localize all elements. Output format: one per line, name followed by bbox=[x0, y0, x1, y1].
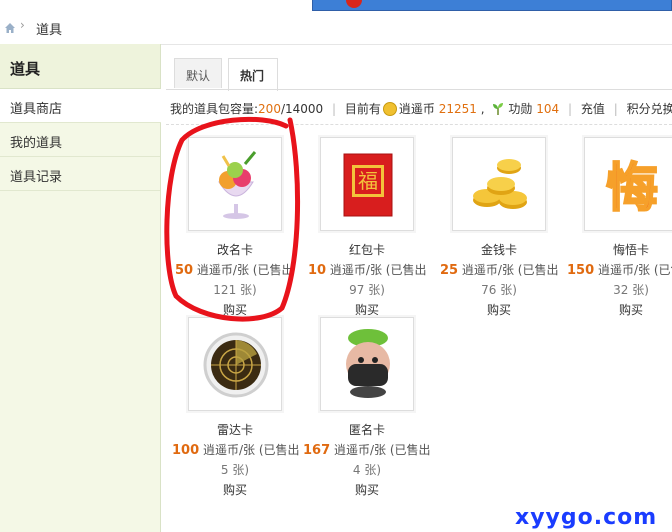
overlapping-window-edge bbox=[312, 0, 672, 11]
buy-button[interactable]: 购买 bbox=[292, 481, 442, 498]
recharge-link[interactable]: 充值 bbox=[581, 102, 605, 116]
home-icon[interactable] bbox=[4, 22, 16, 34]
capacity-total: /14000 bbox=[280, 102, 324, 116]
merit-amount: 104 bbox=[536, 102, 560, 116]
item-name: 匿名卡 bbox=[348, 423, 385, 437]
item-price: 150 逍遥币/张 (已售 bbox=[567, 263, 672, 278]
item-name: 金钱卡 bbox=[480, 243, 517, 257]
points-exchange-link[interactable]: 积分兑换 bbox=[627, 102, 672, 116]
item-card-regret: 悔 悔悟卡 150 逍遥币/张 (已售 32 张) 购买 bbox=[556, 137, 672, 317]
sidebar-title: 道具 bbox=[0, 44, 160, 89]
sold-count: 5 张) bbox=[220, 463, 250, 477]
sold-count: 76 张) bbox=[481, 283, 517, 297]
buy-button[interactable]: 购买 bbox=[424, 301, 574, 318]
red-highlight-circle bbox=[164, 116, 301, 322]
top-bar: › 道具 bbox=[0, 0, 672, 45]
sidebar-item-my-items[interactable]: 我的道具 bbox=[0, 123, 160, 157]
svg-text:悔: 悔 bbox=[606, 159, 658, 219]
gold-coins-icon[interactable] bbox=[452, 137, 546, 231]
item-name: 雷达卡 bbox=[216, 423, 253, 437]
item-price: 167 逍遥币/张 (已售出 bbox=[303, 443, 431, 458]
sidebar-item-records[interactable]: 道具记录 bbox=[0, 157, 160, 191]
item-card-red-envelope: 福 红包卡 10 逍遥币/张 (已售出 97 张) 购买 bbox=[292, 137, 426, 317]
watermark: xyygo.com bbox=[515, 505, 658, 530]
buy-button[interactable]: 购买 bbox=[556, 301, 672, 318]
buy-button[interactable]: 购买 bbox=[292, 301, 442, 318]
tab-hot[interactable]: 热门 bbox=[228, 58, 278, 91]
svg-text:福: 福 bbox=[358, 169, 378, 193]
item-card-money: 金钱卡 25 逍遥币/张 (已售出 76 张) 购买 bbox=[424, 137, 558, 317]
breadcrumb-current[interactable]: 道具 bbox=[36, 19, 62, 38]
current-label: 目前有 bbox=[344, 102, 381, 116]
regret-card-icon[interactable]: 悔 bbox=[584, 137, 672, 231]
sold-count: 32 张) bbox=[613, 283, 649, 297]
sidebar-item-shop[interactable]: 道具商店 bbox=[0, 89, 161, 123]
item-card-radar: 雷达卡 100 逍遥币/张 (已售出 5 张) 购买 bbox=[160, 317, 300, 497]
comma: , bbox=[480, 102, 485, 116]
sprout-icon bbox=[493, 103, 504, 115]
status-info-bar: 我的道具包容量:200/14000 | 目前有 逍遥币 21251 , 功勋 10… bbox=[170, 100, 672, 116]
capacity-used: 200 bbox=[258, 102, 281, 116]
merit-label: 功勋 bbox=[508, 102, 533, 116]
sold-count: 4 张) bbox=[352, 463, 382, 477]
item-card-anonymous: 匿名卡 167 逍遥币/张 (已售出 4 张) 购买 bbox=[292, 317, 431, 497]
breadcrumb-separator: › bbox=[20, 18, 25, 32]
masked-ninja-icon[interactable] bbox=[320, 317, 414, 411]
tab-underline bbox=[166, 89, 672, 90]
sidebar: 道具 道具商店 我的道具 道具记录 bbox=[0, 44, 161, 532]
radar-icon[interactable] bbox=[188, 317, 282, 411]
coin-icon bbox=[382, 102, 397, 116]
capacity-label: 我的道具包容量: bbox=[170, 102, 259, 116]
tab-default[interactable]: 默认 bbox=[174, 58, 222, 88]
currency-amount: 21251 bbox=[438, 102, 477, 116]
item-name: 悔悟卡 bbox=[612, 243, 649, 257]
currency-name: 逍遥币 bbox=[398, 102, 435, 116]
sold-count: 97 张) bbox=[349, 283, 385, 297]
buy-button[interactable]: 购买 bbox=[160, 481, 310, 498]
red-envelope-icon[interactable]: 福 bbox=[320, 137, 414, 231]
item-name: 红包卡 bbox=[348, 243, 385, 257]
